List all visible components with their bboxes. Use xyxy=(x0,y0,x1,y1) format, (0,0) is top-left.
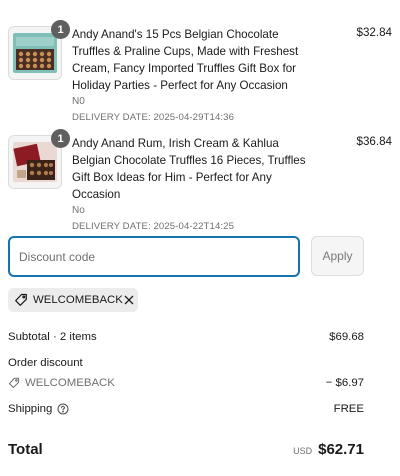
shipping-label: Shipping xyxy=(8,403,53,415)
item-delivery-date: DELIVERY DATE: 2025-04-22T14:25 xyxy=(72,221,235,232)
item-title: Andy Anand's 15 Pcs Belgian Chocolate Tr… xyxy=(72,28,299,92)
total-row: Total USD $62.71 xyxy=(8,438,364,460)
shipping-value: FREE xyxy=(333,403,364,415)
item-details: Andy Anand Rum, Irish Cream & Kahlua Bel… xyxy=(72,135,318,232)
item-price: $32.84 xyxy=(356,26,392,39)
order-discount-row: Order discount xyxy=(8,357,364,369)
total-label: Total xyxy=(8,440,43,458)
quantity-badge: 1 xyxy=(51,20,70,39)
item-variant: No xyxy=(72,205,85,216)
total-value: $62.71 xyxy=(318,440,364,458)
applied-discount-tag: WELCOMEBACK xyxy=(8,288,138,312)
discount-code-label: WELCOMEBACK xyxy=(25,377,115,389)
question-circle-icon[interactable] xyxy=(57,403,69,415)
item-price: $36.84 xyxy=(356,135,392,148)
subtotal-value: $69.68 xyxy=(329,331,364,343)
product-thumbnail: 1 xyxy=(8,20,70,80)
liqueur-truffles-gift-box-image xyxy=(13,142,57,182)
currency-code: USD xyxy=(293,445,313,456)
apply-discount-button[interactable]: Apply xyxy=(311,236,364,276)
item-title: Andy Anand Rum, Irish Cream & Kahlua Bel… xyxy=(72,137,306,201)
close-icon[interactable] xyxy=(123,294,135,306)
subtotal-row: Subtotal · 2 items $69.68 xyxy=(8,331,364,343)
discount-code-input[interactable] xyxy=(8,236,300,277)
product-thumbnail: 1 xyxy=(8,129,70,189)
item-variant: N0 xyxy=(72,96,85,107)
discount-value: − $6.97 xyxy=(325,377,364,389)
tag-icon xyxy=(14,293,28,307)
subtotal-label: Subtotal · 2 items xyxy=(8,331,97,343)
item-delivery-date: DELIVERY DATE: 2025-04-29T14:36 xyxy=(72,112,235,123)
applied-discount-code: WELCOMEBACK xyxy=(33,294,123,306)
shipping-row: Shipping FREE xyxy=(8,403,364,415)
order-discount-label: Order discount xyxy=(8,357,83,369)
discount-code-row: WELCOMEBACK − $6.97 xyxy=(8,377,364,389)
line-item: 1 Andy Anand Rum, Irish Cream & Kahlua B… xyxy=(8,129,392,232)
item-details: Andy Anand's 15 Pcs Belgian Chocolate Tr… xyxy=(72,26,318,123)
tag-icon xyxy=(8,377,20,389)
chocolate-truffle-box-image xyxy=(13,33,57,73)
line-item: 1 Andy Anand's 15 Pcs Belgian Chocolate … xyxy=(8,20,392,123)
quantity-badge: 1 xyxy=(51,129,70,148)
